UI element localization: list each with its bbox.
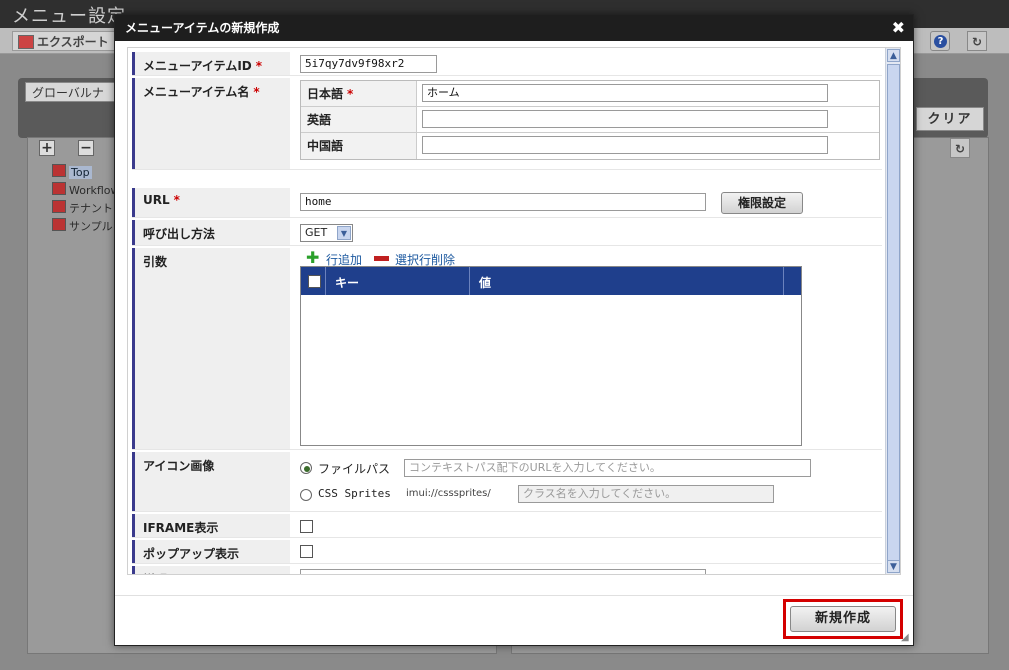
export-label: エクスポート	[37, 35, 109, 49]
tree-node[interactable]: テナント	[40, 200, 120, 218]
help-button[interactable]: ?	[930, 31, 950, 51]
tree-node[interactable]: サンプル	[40, 218, 120, 236]
popup-label: ポップアップ表示	[132, 540, 290, 563]
icon-image-label: アイコン画像	[132, 452, 290, 511]
grid-header: キー 値	[301, 267, 801, 295]
col-key-header[interactable]: キー	[335, 274, 359, 291]
scroll-down-icon[interactable]: ▼	[887, 560, 900, 573]
arguments-grid: キー 値	[300, 266, 802, 446]
name-en-field[interactable]	[422, 110, 828, 128]
lang-cell-zh	[417, 133, 879, 159]
help-icon: ?	[934, 35, 947, 48]
create-menu-item-dialog: メニューアイテムの新規作成 ✖ メニューアイテムID * 5i7qy7dv9f98…	[114, 14, 914, 646]
item-name-label: メニューアイテム名 *	[132, 78, 290, 169]
icon-css-sprites-radio[interactable]	[300, 489, 312, 501]
required-mark: *	[253, 85, 260, 99]
row-call-method: 呼び出し方法 GET ▼	[132, 220, 882, 246]
dialog-title: メニューアイテムの新規作成	[115, 15, 913, 41]
tree-add-button[interactable]: +	[39, 140, 55, 156]
select-all-checkbox[interactable]	[308, 275, 321, 288]
row-description: 説明	[132, 566, 882, 574]
menu-node-icon	[52, 182, 66, 195]
item-id-label: メニューアイテムID *	[132, 52, 290, 75]
row-url: URL * home 権限設定	[132, 188, 882, 218]
required-mark: *	[173, 193, 180, 207]
tree-remove-button[interactable]: −	[78, 140, 94, 156]
name-lang-table: 日本語 * ホーム 英語 中国語	[300, 80, 880, 160]
clear-button[interactable]: クリア	[916, 107, 984, 131]
row-item-id: メニューアイテムID * 5i7qy7dv9f98xr2	[132, 52, 882, 76]
grid-divider	[469, 267, 470, 295]
row-popup: ポップアップ表示	[132, 540, 882, 564]
css-sprites-prefix: imui://csssprites/	[406, 488, 491, 499]
url-label: URL *	[132, 188, 290, 217]
create-button[interactable]: 新規作成	[790, 606, 896, 632]
iframe-label: IFRAME表示	[132, 514, 290, 537]
tree-node[interactable]: Top	[40, 164, 120, 182]
icon-filepath-field[interactable]: コンテキストパス配下のURLを入力してください。	[404, 459, 811, 477]
css-class-field[interactable]: クラス名を入力してください。	[518, 485, 774, 503]
url-field[interactable]: home	[300, 193, 706, 211]
form-scrollbar[interactable]: ▲ ▼	[885, 48, 900, 574]
call-method-value: GET	[305, 226, 328, 239]
description-field[interactable]	[300, 569, 706, 574]
iframe-checkbox[interactable]	[300, 520, 313, 533]
refresh-icon[interactable]: ↻	[967, 31, 987, 51]
minus-icon	[374, 256, 389, 261]
name-ja-field[interactable]: ホーム	[422, 84, 828, 102]
export-button[interactable]: エクスポート	[12, 31, 116, 51]
app-title: メニュー設定	[12, 6, 126, 27]
grid-divider	[783, 267, 784, 295]
close-icon[interactable]: ✖	[892, 15, 905, 41]
scroll-up-icon[interactable]: ▲	[887, 49, 900, 62]
row-item-name: メニューアイテム名 * 日本語 * ホーム 英語 中国語	[132, 78, 882, 170]
menu-tree: Top Workflow テナント サンプル	[40, 164, 120, 236]
icon-css-sprites-label: CSS Sprites	[318, 487, 391, 500]
required-mark: *	[347, 87, 354, 101]
tree-refresh-icon[interactable]: ↻	[950, 138, 970, 158]
lang-label-en: 英語	[301, 107, 417, 133]
col-value-header[interactable]: 値	[479, 274, 491, 291]
resize-grip-icon[interactable]: ◢	[901, 633, 911, 643]
row-arguments: 引数 ✚ 行追加 選択行削除 キー 値	[132, 248, 882, 450]
menu-type-combo[interactable]: グローバルナ	[25, 82, 120, 102]
item-id-field[interactable]: 5i7qy7dv9f98xr2	[300, 55, 437, 73]
call-method-select[interactable]: GET ▼	[300, 224, 353, 242]
dialog-form: メニューアイテムID * 5i7qy7dv9f98xr2 メニューアイテム名 * 日…	[127, 47, 901, 575]
tree-node[interactable]: Workflow	[40, 182, 120, 200]
footer-divider	[115, 595, 913, 596]
lang-label-zh: 中国語	[301, 133, 417, 159]
menu-node-icon	[52, 200, 66, 213]
scroll-thumb[interactable]	[887, 64, 900, 569]
lang-label-ja: 日本語 *	[301, 81, 417, 107]
menu-node-icon	[52, 218, 66, 231]
export-icon	[18, 35, 34, 49]
required-mark: *	[255, 59, 263, 73]
description-label: 説明	[132, 566, 290, 574]
lang-cell-ja: ホーム	[417, 81, 879, 107]
permission-settings-button[interactable]: 権限設定	[721, 192, 803, 214]
lang-cell-en	[417, 107, 879, 133]
popup-checkbox[interactable]	[300, 545, 313, 558]
icon-filepath-label: ファイルパス	[318, 462, 391, 476]
chevron-down-icon: ▼	[337, 226, 351, 240]
row-icon-image: アイコン画像 ファイルパス コンテキストパス配下のURLを入力してください。 C…	[132, 452, 882, 512]
row-iframe: IFRAME表示	[132, 514, 882, 538]
name-zh-field[interactable]	[422, 136, 828, 154]
icon-filepath-radio[interactable]	[300, 462, 312, 474]
submit-highlight: 新規作成	[783, 599, 903, 639]
arguments-label: 引数	[132, 248, 290, 449]
grid-divider	[325, 267, 326, 295]
menu-node-icon	[52, 164, 66, 177]
plus-icon: ✚	[306, 248, 320, 267]
call-method-label: 呼び出し方法	[132, 220, 290, 245]
